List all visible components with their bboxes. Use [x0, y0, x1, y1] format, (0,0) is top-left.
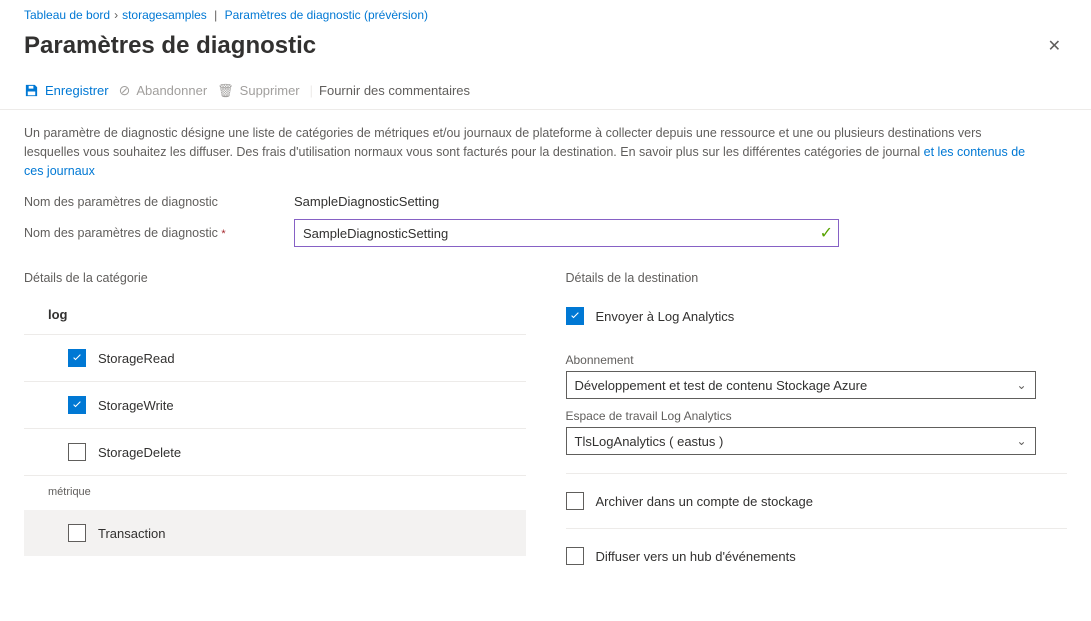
- page-title: Paramètres de diagnostic: [24, 32, 316, 60]
- required-mark: *: [221, 228, 225, 240]
- save-button[interactable]: Enregistrer: [24, 83, 109, 98]
- breadcrumb-resource[interactable]: storagesamples: [122, 8, 207, 22]
- log-item-label: StorageWrite: [98, 398, 174, 413]
- setting-name-label-2: Nom des paramètres de diagnostic *: [24, 226, 234, 240]
- setting-name-label: Nom des paramètres de diagnostic: [24, 195, 234, 209]
- checkbox-storagedelete[interactable]: [68, 443, 86, 461]
- log-item-storageread[interactable]: StorageRead: [24, 335, 526, 382]
- checkbox-archive[interactable]: [566, 492, 584, 510]
- dest-archive-row[interactable]: Archiver dans un compte de stockage: [566, 492, 1068, 510]
- setting-name-input[interactable]: [294, 219, 839, 247]
- metric-section-label: métrique: [24, 486, 526, 510]
- log-item-label: StorageRead: [98, 351, 175, 366]
- log-item-storagedelete[interactable]: StorageDelete: [24, 429, 526, 476]
- breadcrumb-page[interactable]: Paramètres de diagnostic (prévèrsion): [225, 8, 428, 22]
- workspace-value: TlsLogAnalytics ( eastus ): [575, 434, 724, 449]
- checkbox-log-analytics[interactable]: [566, 307, 584, 325]
- chevron-down-icon: ⌄: [1016, 434, 1026, 448]
- workspace-label: Espace de travail Log Analytics: [566, 409, 1068, 423]
- destination-column: Détails de la destination Envoyer à Log …: [566, 271, 1068, 583]
- destination-title: Détails de la destination: [566, 271, 1068, 285]
- setting-name-value: SampleDiagnosticSetting: [294, 194, 439, 209]
- dest-log-analytics-row[interactable]: Envoyer à Log Analytics: [566, 307, 1068, 343]
- dest-eventhub-label: Diffuser vers un hub d'événements: [596, 549, 796, 564]
- workspace-select[interactable]: TlsLogAnalytics ( eastus ) ⌄: [566, 427, 1036, 455]
- checkbox-storagewrite[interactable]: [68, 396, 86, 414]
- checkbox-eventhub[interactable]: [566, 547, 584, 565]
- dest-log-analytics-label: Envoyer à Log Analytics: [596, 309, 735, 324]
- delete-button[interactable]: 🗑 Supprimer: [217, 83, 299, 99]
- dest-archive-label: Archiver dans un compte de stockage: [596, 494, 814, 509]
- subscription-label: Abonnement: [566, 353, 1068, 367]
- metric-item-transaction[interactable]: Transaction: [24, 510, 526, 556]
- category-title: Détails de la catégorie: [24, 271, 526, 285]
- log-item-label: StorageDelete: [98, 445, 181, 460]
- discard-icon: ⊘: [119, 82, 131, 99]
- subscription-value: Développement et test de contenu Stockag…: [575, 378, 868, 393]
- setting-name-row-static: Nom des paramètres de diagnostic SampleD…: [0, 184, 1091, 209]
- close-icon[interactable]: ✕: [1042, 30, 1067, 62]
- page-header: Paramètres de diagnostic ✕: [0, 22, 1091, 82]
- log-section-label: log: [24, 307, 526, 334]
- validation-check-icon: ✓: [820, 223, 833, 243]
- discard-button[interactable]: ⊘ Abandonner: [119, 82, 208, 99]
- category-column: Détails de la catégorie log StorageRead …: [24, 271, 526, 583]
- feedback-link[interactable]: Fournir des commentaires: [319, 83, 470, 98]
- checkbox-storageread[interactable]: [68, 349, 86, 367]
- breadcrumb-dashboard[interactable]: Tableau de bord: [24, 8, 110, 22]
- description-text: Un paramètre de diagnostic désigne une l…: [0, 124, 1050, 184]
- chevron-down-icon: ⌄: [1016, 378, 1026, 392]
- breadcrumb: Tableau de bord›storagesamples | Paramèt…: [0, 0, 1091, 22]
- metric-item-label: Transaction: [98, 526, 165, 541]
- trash-icon: 🗑: [217, 83, 234, 99]
- save-icon: [24, 83, 39, 98]
- setting-name-row-input: Nom des paramètres de diagnostic * ✓: [0, 209, 1091, 247]
- dest-eventhub-row[interactable]: Diffuser vers un hub d'événements: [566, 547, 1068, 583]
- toolbar: Enregistrer ⊘ Abandonner 🗑 Supprimer | F…: [0, 82, 1091, 110]
- subscription-select[interactable]: Développement et test de contenu Stockag…: [566, 371, 1036, 399]
- log-item-storagewrite[interactable]: StorageWrite: [24, 382, 526, 429]
- checkbox-transaction[interactable]: [68, 524, 86, 542]
